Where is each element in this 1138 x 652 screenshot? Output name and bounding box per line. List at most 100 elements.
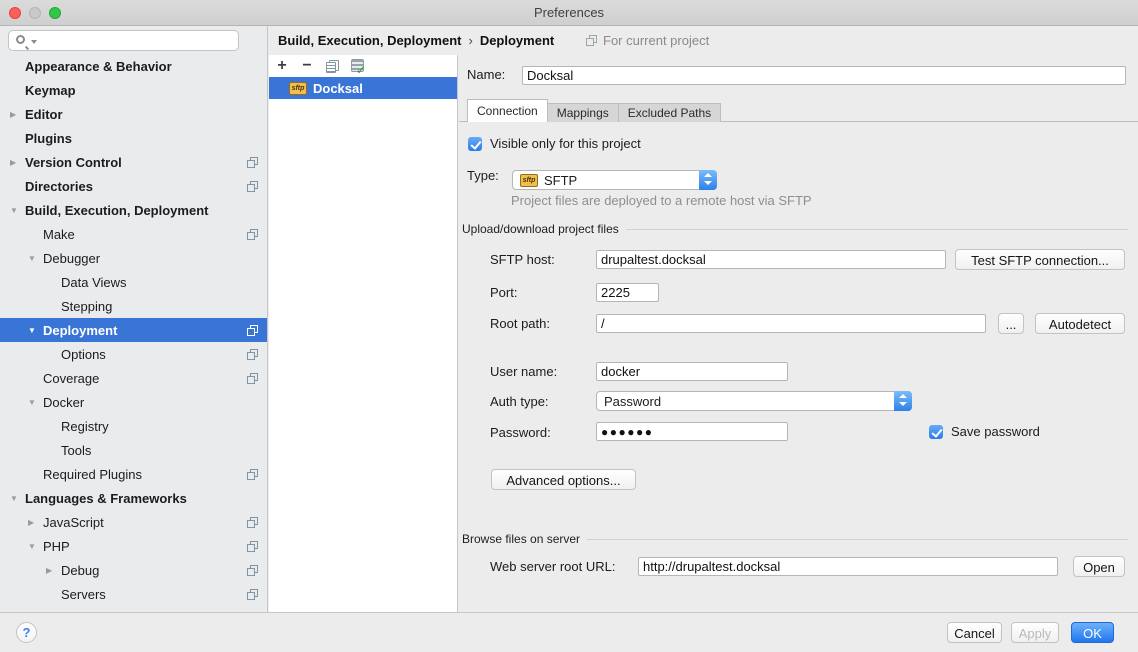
tab-excluded-paths[interactable]: Excluded Paths xyxy=(618,103,721,122)
browse-root-path-button[interactable]: ... xyxy=(998,313,1024,334)
toolbar-copy-icon[interactable] xyxy=(322,56,342,76)
project-level-icon xyxy=(247,541,258,552)
auth-type-label: Auth type: xyxy=(490,392,549,412)
cancel-button[interactable]: Cancel xyxy=(947,622,1002,643)
sidebar-item-label: Build, Execution, Deployment xyxy=(25,203,208,218)
sftp-host-input[interactable] xyxy=(596,250,946,269)
zoom-window-button[interactable] xyxy=(49,7,61,19)
sidebar-item-javascript[interactable]: ▶JavaScript xyxy=(0,510,267,534)
scope-label: For current project xyxy=(603,33,709,48)
password-label: Password: xyxy=(490,423,551,443)
sidebar-item-deployment[interactable]: ▼Deployment xyxy=(0,318,267,342)
sidebar-item-label: Keymap xyxy=(25,83,76,98)
browse-section-header: Browse files on server xyxy=(462,532,1128,546)
use-as-default-icon xyxy=(350,59,364,73)
server-list-toolbar: +− xyxy=(269,55,457,77)
toolbar-use-as-default-icon[interactable] xyxy=(347,56,367,76)
auth-type-select-value: Password xyxy=(604,394,661,409)
sidebar-item-label: Debugger xyxy=(43,251,100,266)
project-level-icon xyxy=(247,517,258,528)
auth-type-select[interactable]: Password xyxy=(596,391,912,411)
tab-connection[interactable]: Connection xyxy=(467,99,548,122)
sidebar-item-editor[interactable]: ▶Editor xyxy=(0,102,267,126)
sidebar-item-stepping[interactable]: Stepping xyxy=(0,294,267,318)
open-button[interactable]: Open xyxy=(1073,556,1125,577)
autodetect-button[interactable]: Autodetect xyxy=(1035,313,1125,334)
sidebar-item-languages-frameworks[interactable]: ▼Languages & Frameworks xyxy=(0,486,267,510)
sidebar-item-registry[interactable]: Registry xyxy=(0,414,267,438)
sidebar-item-label: Deployment xyxy=(43,323,117,338)
upload-section-header: Upload/download project files xyxy=(462,222,1128,236)
sidebar-item-label: Languages & Frameworks xyxy=(25,491,187,506)
server-item-label: Docksal xyxy=(313,81,363,96)
search-options-caret-icon[interactable] xyxy=(31,40,37,44)
settings-search-input[interactable] xyxy=(8,30,239,51)
visible-only-checkbox[interactable] xyxy=(468,137,482,151)
name-input[interactable] xyxy=(522,66,1126,85)
close-window-button[interactable] xyxy=(9,7,21,19)
ok-button[interactable]: OK xyxy=(1071,622,1114,643)
sidebar-item-directories[interactable]: Directories xyxy=(0,174,267,198)
sidebar-item-label: Servers xyxy=(61,587,106,602)
user-name-input[interactable] xyxy=(596,362,788,381)
project-level-icon xyxy=(247,157,258,168)
save-password-checkbox[interactable] xyxy=(929,425,943,439)
chevron-down-icon: ▼ xyxy=(26,326,43,335)
sidebar-item-debug[interactable]: ▶Debug xyxy=(0,558,267,582)
project-level-icon xyxy=(247,589,258,600)
minimize-window-button xyxy=(29,7,41,19)
sidebar-list: Appearance & Behavior Keymap ▶Editor Plugin… xyxy=(0,54,267,606)
sidebar-item-label: Options xyxy=(61,347,106,362)
sidebar-item-coverage[interactable]: Coverage xyxy=(0,366,267,390)
sidebar-item-label: Registry xyxy=(61,419,109,434)
sidebar-item-label: Plugins xyxy=(25,131,72,146)
password-input[interactable] xyxy=(596,422,788,441)
sidebar-item-options[interactable]: Options xyxy=(0,342,267,366)
breadcrumb-current: Deployment xyxy=(480,33,554,48)
chevron-right-icon: ▶ xyxy=(26,518,43,527)
test-sftp-connection-button[interactable]: Test SFTP connection... xyxy=(955,249,1125,270)
type-select-value: SFTP xyxy=(544,173,577,188)
save-password-label: Save password xyxy=(951,424,1040,439)
project-level-icon xyxy=(247,565,258,576)
toolbar-remove-icon[interactable]: − xyxy=(297,56,317,76)
preferences-window: Preferences Appearance & BehaviorKeymap▶… xyxy=(0,0,1138,652)
sidebar-item-data-views[interactable]: Data Views xyxy=(0,270,267,294)
window-controls xyxy=(9,7,61,19)
sidebar-item-required-plugins[interactable]: Required Plugins xyxy=(0,462,267,486)
deployment-form: Name: ConnectionMappingsExcluded Paths V… xyxy=(459,55,1138,612)
sidebar-item-docker[interactable]: ▼Docker xyxy=(0,390,267,414)
tab-bar: ConnectionMappingsExcluded Paths xyxy=(467,99,720,122)
project-scope-icon xyxy=(586,35,597,46)
sidebar-item-plugins[interactable]: Plugins xyxy=(0,126,267,150)
help-button[interactable]: ? xyxy=(16,622,37,643)
web-root-label: Web server root URL: xyxy=(490,557,615,577)
chevron-down-icon: ▼ xyxy=(26,254,43,263)
sidebar-item-servers[interactable]: Servers xyxy=(0,582,267,606)
sidebar-item-label: Make xyxy=(43,227,75,242)
web-root-input[interactable] xyxy=(638,557,1058,576)
breadcrumb-parent[interactable]: Build, Execution, Deployment xyxy=(278,33,461,48)
sftp-host-label: SFTP host: xyxy=(490,250,555,270)
sidebar-item-make[interactable]: Make xyxy=(0,222,267,246)
sidebar-item-build-execution-deployment[interactable]: ▼Build, Execution, Deployment xyxy=(0,198,267,222)
chevron-right-icon: ▶ xyxy=(8,110,25,119)
root-path-label: Root path: xyxy=(490,314,550,334)
type-select[interactable]: sftp SFTP xyxy=(512,170,717,190)
sidebar-item-version-control[interactable]: ▶Version Control xyxy=(0,150,267,174)
root-path-input[interactable] xyxy=(596,314,986,333)
sidebar-item-debugger[interactable]: ▼Debugger xyxy=(0,246,267,270)
chevron-down-icon: ▼ xyxy=(26,398,43,407)
apply-button[interactable]: Apply xyxy=(1011,622,1059,643)
port-input[interactable] xyxy=(596,283,659,302)
sidebar-item-tools[interactable]: Tools xyxy=(0,438,267,462)
advanced-options-button[interactable]: Advanced options... xyxy=(491,469,636,490)
tab-mappings[interactable]: Mappings xyxy=(547,103,619,122)
chevron-down-icon: ▼ xyxy=(8,494,25,503)
sidebar-item-appearance-behavior[interactable]: Appearance & Behavior xyxy=(0,54,267,78)
toolbar-add-icon[interactable]: + xyxy=(272,56,292,76)
sidebar-item-php[interactable]: ▼PHP xyxy=(0,534,267,558)
server-item-docksal[interactable]: sftpDocksal xyxy=(269,77,457,99)
sidebar-item-keymap[interactable]: Keymap xyxy=(0,78,267,102)
sidebar-item-label: Debug xyxy=(61,563,99,578)
